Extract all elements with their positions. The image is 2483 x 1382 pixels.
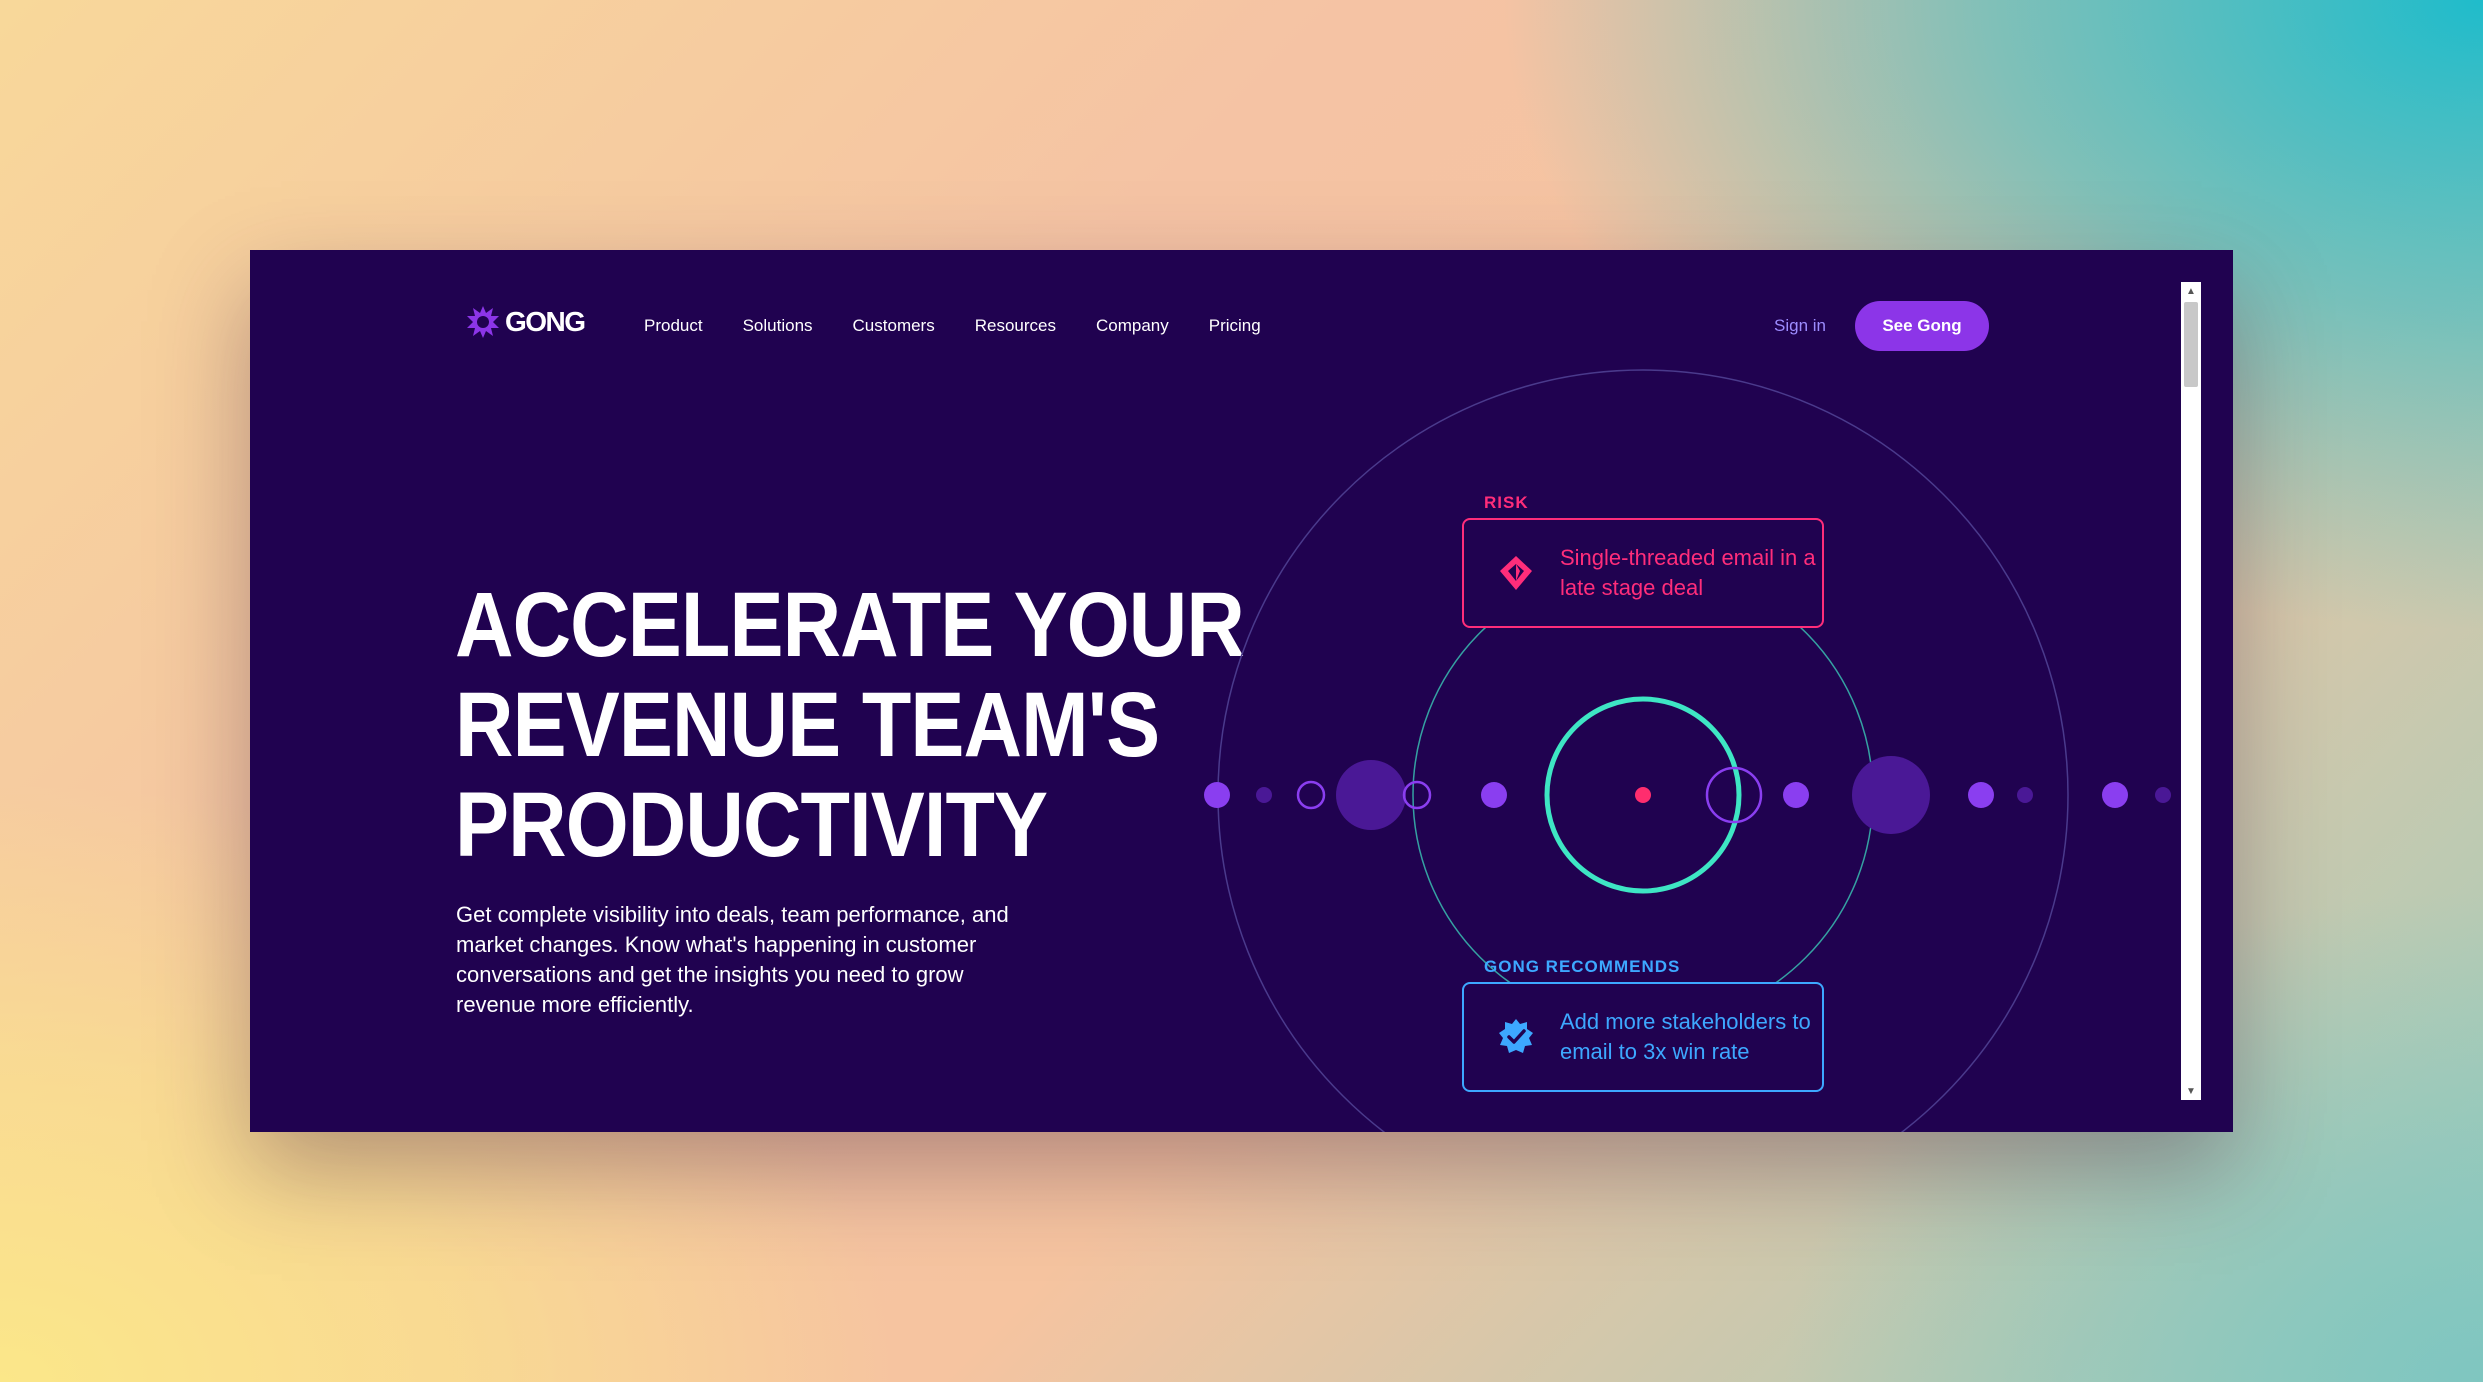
nav-customers[interactable]: Customers — [853, 316, 935, 336]
center-dot — [1635, 787, 1651, 803]
scroll-down-arrow-icon[interactable]: ▼ — [2181, 1082, 2201, 1100]
sign-in-link[interactable]: Sign in — [1774, 316, 1826, 336]
dot — [1336, 760, 1406, 830]
dot — [1481, 782, 1507, 808]
dot — [1296, 780, 1326, 810]
risk-text: Single-threaded email in a late stage de… — [1560, 545, 1816, 600]
hero-headline: ACCELERATE YOUR REVENUE TEAM'S PRODUCTIV… — [455, 574, 1245, 876]
dot — [1968, 782, 1994, 808]
dot — [1402, 780, 1432, 810]
headline-line-2: REVENUE TEAM'S — [455, 674, 1160, 776]
center-ring — [1544, 696, 1742, 894]
middle-orbit-ring — [1412, 564, 1874, 1026]
dot — [1705, 766, 1763, 824]
dot — [1783, 782, 1809, 808]
dot — [1204, 782, 1230, 808]
recommendation-card[interactable]: Add more stakeholders to email to 3x win… — [1462, 982, 1824, 1092]
risk-diamond-icon — [1500, 556, 1532, 590]
risk-label: RISK — [1484, 493, 1529, 512]
recommendation-text: Add more stakeholders to email to 3x win… — [1560, 1009, 1811, 1064]
headline-line-3: PRODUCTIVITY — [455, 774, 1048, 876]
dot — [2155, 787, 2171, 803]
nav-resources[interactable]: Resources — [975, 316, 1056, 336]
scroll-up-arrow-icon[interactable]: ▲ — [2181, 282, 2201, 300]
nav-product[interactable]: Product — [644, 316, 703, 336]
dot — [2102, 782, 2128, 808]
headline-line-1: ACCELERATE YOUR — [455, 574, 1245, 676]
dot — [1256, 787, 1272, 803]
logo-wordmark: GONG — [505, 306, 586, 337]
browser-window: GONG Product Solutions Customers Resourc… — [250, 250, 2233, 1132]
page-scrollbar[interactable]: ▲ ▼ — [2181, 282, 2201, 1100]
main-nav: Product Solutions Customers Resources Co… — [644, 316, 1301, 336]
recommends-label: GONG RECOMMENDS — [1484, 957, 1681, 976]
dot — [2017, 787, 2033, 803]
risk-card[interactable]: Single-threaded email in a late stage de… — [1462, 518, 1824, 628]
hero-subtext: Get complete visibility into deals, team… — [456, 902, 1009, 1017]
nav-pricing[interactable]: Pricing — [1209, 316, 1261, 336]
nav-solutions[interactable]: Solutions — [743, 316, 813, 336]
gong-burst-icon — [467, 306, 499, 338]
dot — [1852, 756, 1930, 834]
scrollbar-thumb[interactable] — [2184, 302, 2198, 387]
gong-logo[interactable]: GONG — [465, 304, 586, 340]
verified-badge-icon — [1499, 1019, 1533, 1053]
nav-company[interactable]: Company — [1096, 316, 1169, 336]
see-gong-button[interactable]: See Gong — [1855, 301, 1989, 351]
